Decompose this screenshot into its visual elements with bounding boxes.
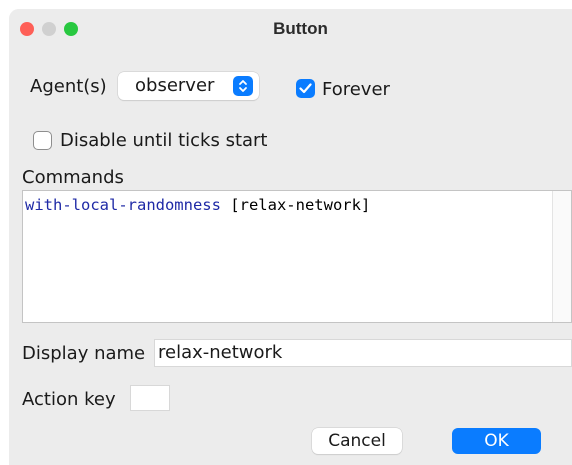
display-name-field[interactable] (154, 339, 572, 367)
action-key-label: Action key (22, 389, 116, 410)
disable-until-ticks-checkbox[interactable] (33, 131, 52, 150)
commands-code[interactable]: with-local-randomness [relax-network] (25, 196, 370, 214)
agents-select[interactable]: observer (118, 72, 259, 100)
forever-label: Forever (322, 79, 390, 100)
checkmark-icon (299, 83, 312, 94)
button-dialog: Button Agent(s) observer Forever Disable… (9, 9, 572, 465)
action-key-field[interactable] (130, 385, 170, 411)
agents-label: Agent(s) (30, 76, 107, 97)
action-key-input[interactable] (134, 388, 166, 409)
forever-checkbox[interactable] (296, 79, 315, 98)
commands-label: Commands (22, 167, 124, 188)
cancel-button[interactable]: Cancel (312, 428, 402, 454)
code-arguments: [relax-network] (220, 196, 371, 214)
updown-chevron-icon (233, 76, 253, 96)
display-name-input[interactable] (158, 342, 568, 363)
agents-select-value: observer (135, 75, 215, 96)
commands-editor[interactable]: with-local-randomness [relax-network] (22, 190, 572, 323)
display-name-label: Display name (22, 343, 146, 364)
window-title: Button (273, 19, 328, 38)
code-primitive: with-local-randomness (25, 196, 221, 214)
commands-scrollbar[interactable] (552, 191, 571, 322)
ok-button[interactable]: OK (452, 428, 541, 454)
title-bar[interactable]: Button (9, 9, 572, 51)
disable-until-ticks-label: Disable until ticks start (60, 130, 268, 151)
